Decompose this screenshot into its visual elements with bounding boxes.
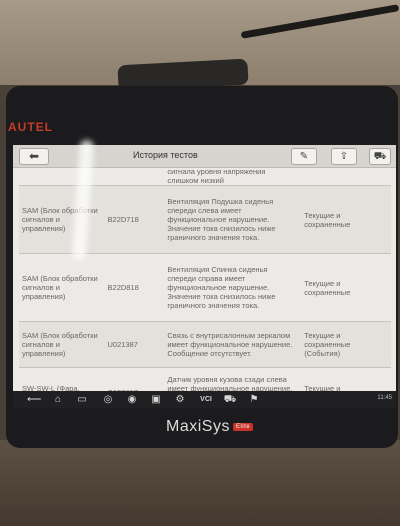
car-icon[interactable]: ⛟ [223, 393, 237, 406]
table-row[interactable]: сигнала уровня напряжения слишком низкий [19, 167, 391, 186]
model-badge: Elite [232, 422, 254, 431]
table-row[interactable]: SAM (Блок обработки сигналов и управлени… [19, 253, 391, 322]
system-cell: SAM (Блок обработки сигналов и управлени… [19, 253, 105, 322]
vehicle-menu-icon[interactable]: ⚑ [247, 393, 261, 406]
description-cell: Связь с внутрисалонным зеркалом имеет фу… [164, 321, 302, 368]
home-icon[interactable]: ⌂ [51, 393, 65, 406]
recent-apps-icon[interactable]: ▭ [75, 393, 89, 406]
edit-report-button[interactable]: ✎ [291, 148, 317, 165]
page-title: История тестов [133, 150, 198, 160]
tablet-device: AUTEL ⬅ История тестов ✎ ⇪ ⛟ сигнала уро… [6, 86, 398, 448]
back-arrow-icon: ⬅ [28, 149, 40, 163]
status-cell [301, 167, 391, 186]
code-cell [104, 167, 165, 186]
photo-background-table [0, 440, 400, 526]
android-nav-bar: ⟵ ⌂ ▭ ◎ ◉ ▣ ⚙ VCI ⛟ ⚑ 11:45 [13, 391, 396, 408]
browser-icon[interactable]: ◎ [101, 393, 115, 406]
share-button[interactable]: ⇪ [331, 148, 357, 165]
screenshot-icon[interactable]: ▣ [149, 393, 163, 406]
code-cell: B22D718 [104, 185, 165, 254]
camera-icon[interactable]: ◉ [125, 393, 139, 406]
code-cell: B22D818 [104, 253, 165, 322]
status-cell: Текущие и сохраненные [301, 185, 391, 254]
settings-icon[interactable]: ⚙ [173, 393, 187, 406]
model-name: MaxiSys [166, 418, 230, 435]
description-cell: сигнала уровня напряжения слишком низкий [164, 167, 302, 186]
system-cell: SAM (Блок обработки сигналов и управлени… [19, 185, 105, 254]
vehicle-button[interactable]: ⛟ [369, 148, 391, 165]
car-icon: ⛟ [373, 151, 387, 162]
edit-icon: ✎ [299, 151, 309, 162]
title-bar: ⬅ История тестов ✎ ⇪ ⛟ [13, 145, 396, 168]
model-logo: MaxiSys Elite [166, 418, 254, 436]
back-button[interactable]: ⬅ [19, 148, 49, 165]
back-icon[interactable]: ⟵ [27, 393, 41, 406]
system-cell: SAM (Блок обработки сигналов и управлени… [19, 321, 105, 368]
description-cell: Вентиляция Подушка сиденья спереди слева… [164, 185, 302, 254]
status-cell: Текущие и сохраненные (События) [301, 321, 391, 368]
status-cell: Текущие и сохраненные [301, 253, 391, 322]
code-cell: U021387 [104, 321, 165, 368]
vci-icon[interactable]: VCI [197, 393, 215, 406]
share-icon: ⇪ [339, 151, 349, 162]
brand-logo: AUTEL [8, 120, 53, 134]
screen: ⬅ История тестов ✎ ⇪ ⛟ сигнала уровня на… [13, 145, 396, 408]
description-cell: Вентиляция Спинка сиденья спереди справа… [164, 253, 302, 322]
clock: 11:45 [377, 395, 392, 401]
table-row[interactable]: SAM (Блок обработки сигналов и управлени… [19, 321, 391, 368]
